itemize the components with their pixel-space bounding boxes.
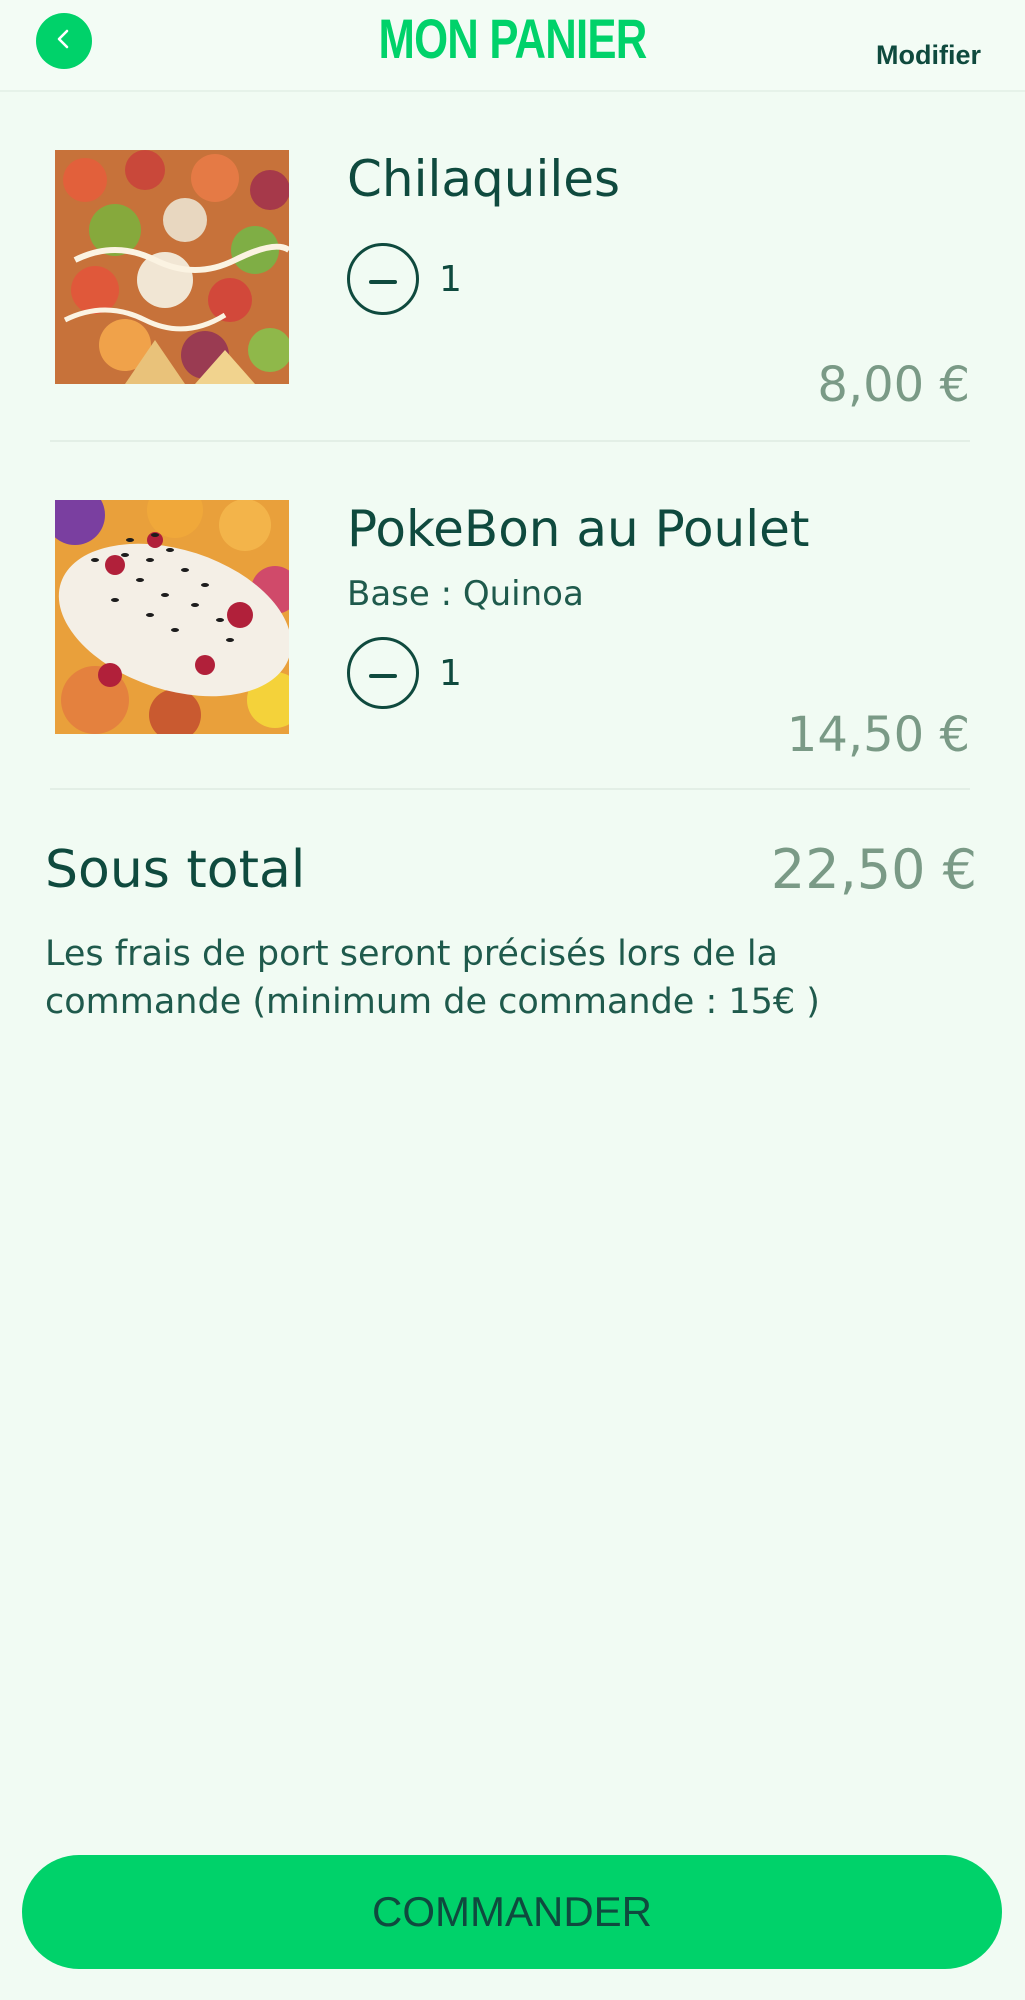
quantity-control: 1 — [347, 637, 462, 709]
item-price: 8,00 € — [817, 357, 970, 413]
edit-button[interactable]: Modifier — [876, 40, 981, 71]
order-button[interactable]: COMMANDER — [22, 1855, 1002, 1969]
minus-icon — [369, 270, 397, 289]
minus-icon — [369, 664, 397, 683]
chevron-left-icon — [53, 28, 75, 54]
subtotal-label: Sous total — [45, 840, 306, 900]
item-price: 14,50 € — [786, 707, 970, 763]
cart-item: PokeBon au Poulet Base : Quinoa 1 14,50 … — [50, 500, 970, 790]
chilaquiles-image — [55, 150, 289, 384]
app-header: MON PANIER Modifier — [0, 0, 1025, 92]
shipping-note: Les frais de port seront précisés lors d… — [45, 934, 820, 1022]
subtotal-value: 22,50 € — [770, 838, 977, 901]
quantity-value: 1 — [439, 652, 462, 694]
cart-screen: MON PANIER Modifier Chilaquiles 1 8,00 €… — [0, 0, 1025, 2000]
quantity-control: 1 — [347, 243, 462, 315]
item-name: Chilaquiles — [347, 150, 621, 208]
poke-bowl-image — [55, 500, 289, 734]
decrement-button[interactable] — [347, 243, 419, 315]
item-option: Base : Quinoa — [347, 574, 584, 614]
page-title: MON PANIER — [378, 7, 647, 70]
quantity-value: 1 — [439, 258, 462, 300]
item-name: PokeBon au Poulet — [347, 500, 810, 558]
cart-item: Chilaquiles 1 8,00 € — [50, 150, 970, 442]
decrement-button[interactable] — [347, 637, 419, 709]
back-button[interactable] — [36, 13, 92, 69]
